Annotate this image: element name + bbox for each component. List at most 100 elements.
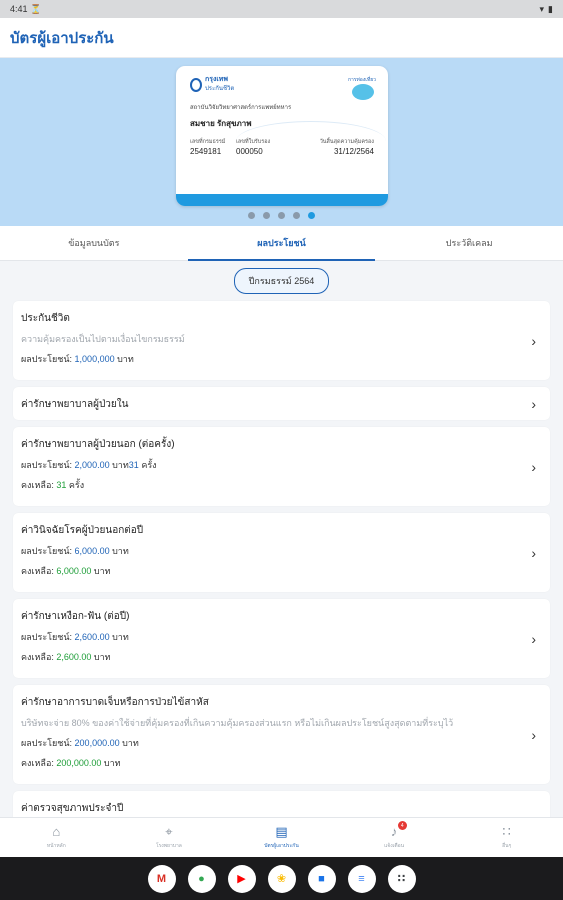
amount-value: 2,000.00 [74,460,110,470]
benefit-title: ค่ารักษาอาการบาดเจ็บหรือการป่วยไข้สาหัส [21,697,209,708]
policy-number: 2549181 [190,147,222,156]
amount-value: 2,600.00 [74,632,110,642]
amount-label: ผลประโยชน์: [21,354,75,364]
tab-bar: ข้อมูลบนบัตร ผลประโยชน์ ประวัติเคลม [0,226,563,261]
amount-value: 200,000.00 [74,738,120,748]
carousel-dot[interactable] [278,212,285,219]
benefit-amount-row: ผลประโยชน์: 1,000,000 บาท [21,352,510,366]
nav-item[interactable]: ▤ บัตรผู้เอาประกัน [225,818,338,857]
amount-value: 6,000.00 [74,546,110,556]
card-carousel[interactable]: กรุงเทพ ประกันชีวิต การท่องเที่ยว สถาบัน… [0,58,563,226]
sync-icon: ⏳ [30,3,42,14]
amount-value: 31 [56,480,67,490]
amount-unit: บาท [101,758,121,768]
benefit-list: ประกันชีวิต ความคุ้มครองเป็นไปตามเงื่อนไข… [0,301,563,890]
nav-label: หน้าหลัก [46,843,66,849]
amount-label: ผลประโยชน์: [21,632,75,642]
amount-label: คงเหลือ: [21,566,57,576]
partner-emblem-icon [352,84,374,100]
amount-label: ผลประโยชน์: [21,460,75,470]
tab-claim-history[interactable]: ประวัติเคลม [375,226,563,260]
benefit-card[interactable]: ค่าวินิจฉัยโรคผู้ป่วยนอกต่อปีผลประโยชน์:… [13,513,550,592]
nav-item[interactable]: ∷ อื่นๆ [450,818,563,857]
benefit-card[interactable]: ค่ารักษาเหงือก-ฟัน (ต่อปี) ผลประโยชน์: 2,… [13,599,550,678]
benefit-title: ค่าวินิจฉัยโรคผู้ป่วยนอกต่อปี [21,525,144,536]
benefit-card[interactable]: ค่ารักษาอาการบาดเจ็บหรือการป่วยไข้สาหัสบ… [13,685,550,784]
nav-item[interactable]: ♪ แจ้งเตือน 4 [338,818,451,857]
brand-line-2: ประกันชีวิต [205,86,235,92]
member-number: 000050 [236,147,263,156]
benefit-amount-row: ผลประโยชน์: 6,000.00 บาท [21,544,510,558]
chevron-right-icon: › [531,544,536,561]
nav-label: อื่นๆ [502,843,512,849]
youtube-app-icon[interactable]: ▶ [227,864,256,893]
member-label: เลขที่ใบรับรอง [236,139,271,145]
amount-label: คงเหลือ: [21,758,57,768]
app-drawer-icon[interactable]: ∷ [387,864,416,893]
amount-count: 31 [128,460,139,470]
carousel-indicator [0,212,563,219]
benefit-amount-row: คงเหลือ: 200,000.00 บาท [21,756,510,770]
bell-icon: ♪ [390,824,398,839]
nav-item[interactable]: ⌖ โรงพยาบาล [113,818,226,857]
policy-label: เลขที่กรมธรรม์ [190,139,226,145]
benefit-description: บริษัทจะจ่าย 80% ของค่าใช้จ่ายที่คุ้มครอ… [21,718,454,728]
amount-unit: บาท [109,460,129,470]
chrome-app-icon[interactable]: ● [187,864,216,893]
carousel-dot[interactable] [263,212,270,219]
carousel-dot[interactable] [293,212,300,219]
benefit-title: ค่ารักษาเหงือก-ฟัน (ต่อปี) [21,611,130,622]
chevron-right-icon: › [531,395,536,412]
photos-app-icon[interactable]: ❀ [267,864,296,893]
expiry-label: วันสิ้นสุดความคุ้มครอง [319,139,374,145]
benefit-card[interactable]: ค่ารักษาพยาบาลผู้ป่วยนอก (ต่อครั้ง) ผลประ… [13,427,550,506]
card-footer-stripe [176,194,388,206]
amount-label: ผลประโยชน์: [21,738,75,748]
benefit-card[interactable]: ประกันชีวิต ความคุ้มครองเป็นไปตามเงื่อนไข… [13,301,550,380]
status-bar: 4:41 ⏳ ▾ ▮ [0,0,563,18]
gmail-app-icon[interactable]: M [147,864,176,893]
droplet-icon [190,77,202,92]
card-holder-name: สมชาย รักสุขภาพ [190,119,252,128]
page-title: บัตรผู้เอาประกัน [10,29,114,47]
chevron-right-icon: › [531,726,536,743]
benefit-amount-row: คงเหลือ: 2,600.00 บาท [21,650,510,664]
amount-unit: บาท [114,354,134,364]
carousel-dot-active[interactable] [308,212,315,219]
chevron-right-icon: › [531,458,536,475]
tab-benefits[interactable]: ผลประโยชน์ [187,226,376,261]
location-pin-icon: ⌖ [165,824,173,839]
system-dock: M ● ▶ ❀ ■ ≡ ∷ [0,857,563,900]
year-selector-wrap: ปีกรมธรรม์ 2564 [0,261,563,301]
nav-item[interactable]: ⌂ หน้าหลัก [0,818,113,857]
benefit-title: ประกันชีวิต [21,313,70,324]
policy-year-pill[interactable]: ปีกรมธรรม์ 2564 [233,268,330,294]
carousel-dot[interactable] [248,212,255,219]
amount-label: คงเหลือ: [21,652,57,662]
amount-unit: บาท [91,566,111,576]
amount-value: 2,600.00 [56,652,92,662]
card-icon: ▤ [275,824,288,839]
benefit-amount-row: ผลประโยชน์: 2,600.00 บาท [21,630,510,644]
more-grid-icon: ∷ [502,824,511,839]
insurer-logo: กรุงเทพ ประกันชีวิต [190,76,234,93]
messages-app-icon[interactable]: ■ [307,864,336,893]
tab-card-info[interactable]: ข้อมูลบนบัตร [0,226,188,260]
amount-label: คงเหลือ: [21,480,57,490]
amount-unit: บาท [109,632,129,642]
benefit-card[interactable]: ค่ารักษาพยาบาลผู้ป่วยใน › [13,387,550,420]
benefit-amount-row: ผลประโยชน์: 2,000.00 บาท31 ครั้ง [21,458,510,472]
benefit-title: ค่าตรวจสุขภาพประจำปี [21,803,124,814]
amount-unit: บาท [91,652,111,662]
amount-label: ผลประโยชน์: [21,546,75,556]
insurance-card[interactable]: กรุงเทพ ประกันชีวิต การท่องเที่ยว สถาบัน… [176,66,388,206]
clock: 4:41 [10,3,28,14]
benefit-amount-row: คงเหลือ: 31 ครั้ง [21,478,510,492]
chevron-right-icon: › [531,332,536,349]
docs-app-icon[interactable]: ≡ [347,864,376,893]
amount-count-unit: ครั้ง [138,460,157,470]
brand-line-1: กรุงเทพ [205,76,229,83]
amount-unit: บาท [109,546,129,556]
benefit-title: ค่ารักษาพยาบาลผู้ป่วยนอก (ต่อครั้ง) [21,439,175,450]
expiry-date: 31/12/2564 [333,147,374,156]
